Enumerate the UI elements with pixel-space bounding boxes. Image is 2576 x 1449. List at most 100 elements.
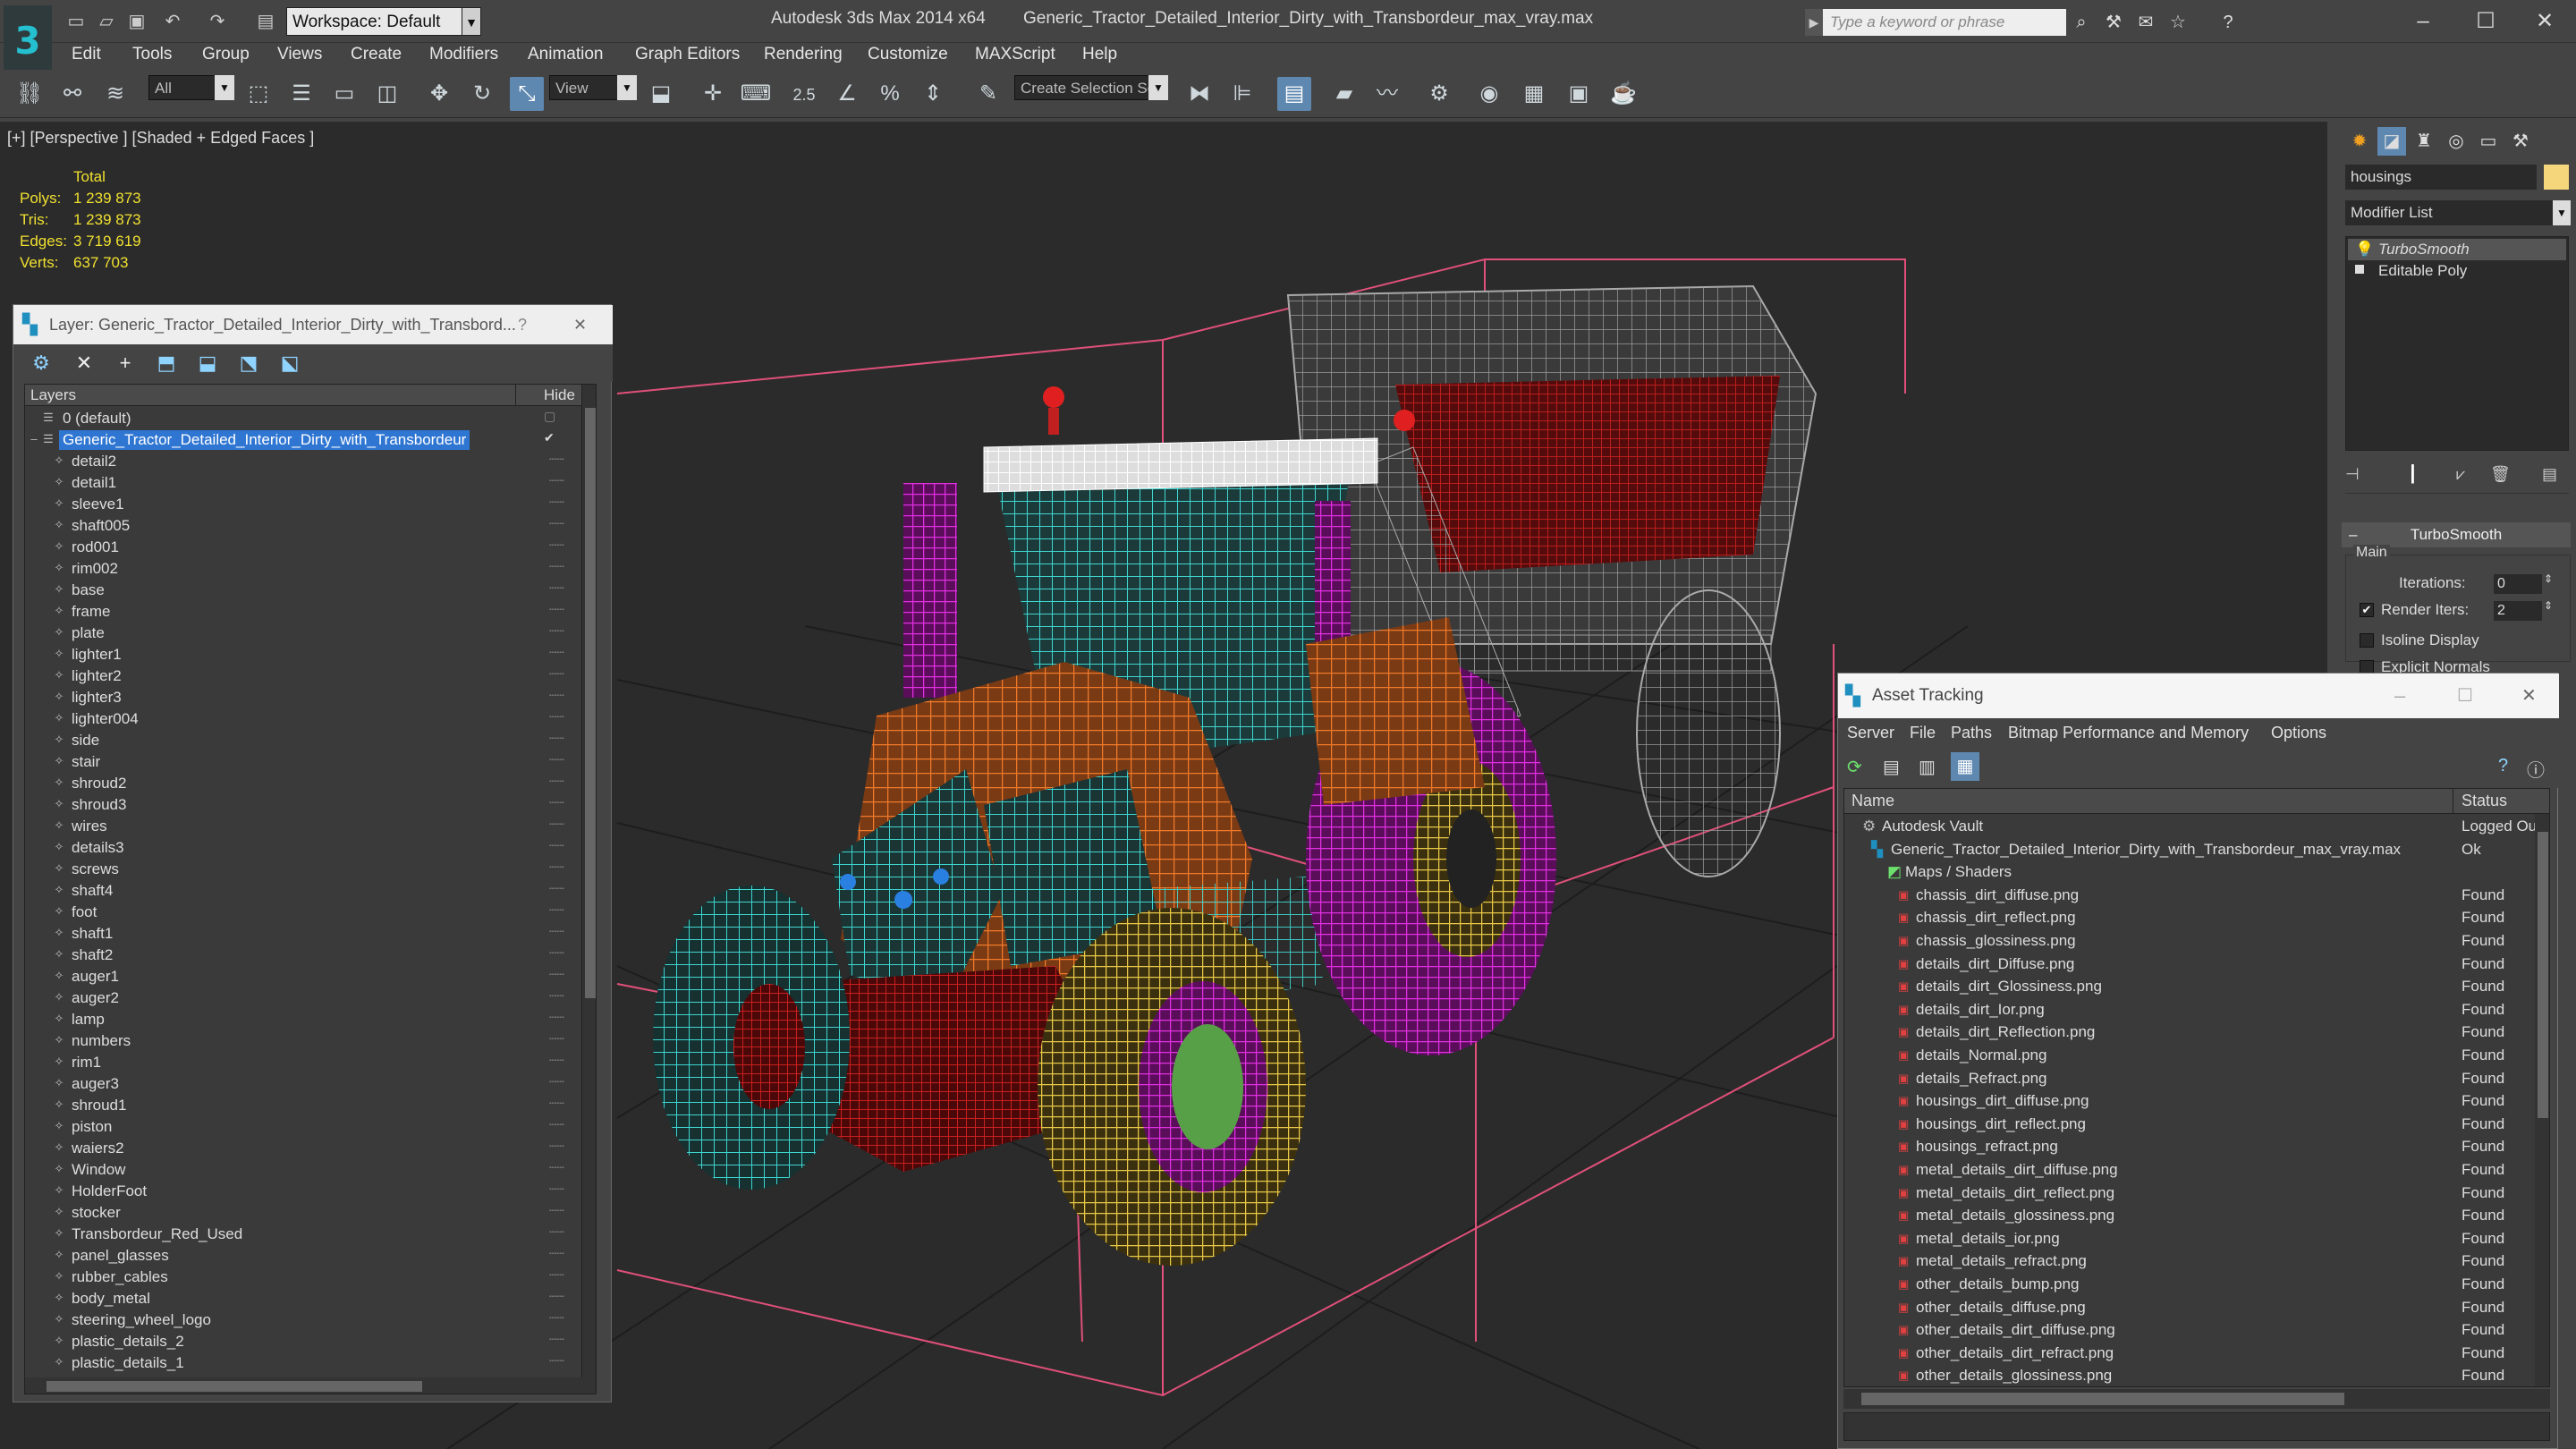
object-row[interactable]: ✧ shroud3 ┄┄: [25, 794, 569, 816]
collapse-icon[interactable]: –: [27, 432, 41, 446]
render-iters-spinner[interactable]: 2: [2494, 601, 2542, 621]
menu-help[interactable]: Help: [1082, 45, 1117, 64]
named-selection-arrow[interactable]: ▼: [1148, 75, 1168, 100]
object-row[interactable]: ✧ detail1 ┄┄: [25, 472, 569, 494]
turbosmooth-rollout-header[interactable]: – TurboSmooth: [2342, 522, 2571, 547]
keyboard-shortcut-override-icon[interactable]: ⌨: [739, 77, 773, 111]
refresh-icon[interactable]: ⟳: [1847, 756, 1862, 778]
rectangular-selection-icon[interactable]: ▭: [327, 77, 361, 111]
configure-modifier-sets-icon[interactable]: ▤: [2542, 465, 2557, 484]
object-row[interactable]: ✧ frame ┄┄: [25, 601, 569, 623]
hide-toggle[interactable]: ┄┄: [549, 945, 564, 961]
object-row[interactable]: ✧ rubber_cables ┄┄: [25, 1267, 569, 1288]
new-file-icon[interactable]: ▭: [63, 9, 89, 34]
asset-map-row[interactable]: ▣ metal_details_refract.png Found: [1844, 1250, 2549, 1273]
asset-table-vscrollbar[interactable]: [2535, 814, 2549, 1386]
open-file-icon[interactable]: ▱: [93, 9, 120, 34]
column-status[interactable]: Status: [2462, 792, 2507, 810]
menu-tools[interactable]: Tools: [132, 45, 172, 64]
hide-toggle[interactable]: ┄┄: [549, 967, 564, 982]
hide-toggle[interactable]: ┄┄: [549, 1139, 564, 1154]
bind-to-space-warp-icon[interactable]: ≋: [98, 77, 132, 111]
workspace-dropdown[interactable]: Workspace: Default: [286, 7, 481, 36]
asset-map-row[interactable]: ▣ chassis_glossiness.png Found: [1844, 930, 2549, 953]
rendered-frame-window-icon[interactable]: ▣: [1562, 77, 1596, 111]
asset-row-maxfile[interactable]: ▚ Generic_Tractor_Detailed_Interior_Dirty…: [1844, 839, 2549, 861]
hide-toggle[interactable]: ┄┄: [549, 473, 564, 488]
isoline-display-checkbox[interactable]: [2360, 633, 2374, 648]
create-layer-icon[interactable]: +: [110, 350, 140, 377]
select-and-manipulate-icon[interactable]: ✛: [696, 77, 730, 111]
hide-toggle[interactable]: ┄┄: [549, 1074, 564, 1089]
asset-map-row[interactable]: ▣ details_dirt_Reflection.png Found: [1844, 1021, 2549, 1044]
object-row[interactable]: ✧ lamp ┄┄: [25, 1009, 569, 1030]
asset-map-row[interactable]: ▣ chassis_dirt_reflect.png Found: [1844, 907, 2549, 929]
project-folder-icon[interactable]: ▤: [252, 9, 279, 34]
named-selection-dropdown[interactable]: Create Selection Se: [1014, 75, 1166, 100]
asset-map-row[interactable]: ▣ metal_details_glossiness.png Found: [1844, 1205, 2549, 1227]
subscription-icon[interactable]: ⚒: [2100, 9, 2127, 36]
hide-toggle[interactable]: ┄┄: [549, 688, 564, 703]
column-layers[interactable]: Layers: [30, 386, 76, 404]
hide-toggle[interactable]: ┄┄: [549, 774, 564, 789]
object-row[interactable]: ✧ Window ┄┄: [25, 1159, 569, 1181]
keyword-search-input[interactable]: Type a keyword or phrase: [1823, 9, 2066, 36]
render-setup-icon[interactable]: ▦: [1517, 77, 1551, 111]
object-row[interactable]: ✧ shroud1 ┄┄: [25, 1095, 569, 1116]
asset-map-row[interactable]: ▣ metal_details_ior.png Found: [1844, 1228, 2549, 1250]
hide-unhide-all-icon[interactable]: ⬕: [275, 350, 305, 377]
object-row[interactable]: ✧ side ┄┄: [25, 730, 569, 751]
menu-create[interactable]: Create: [351, 45, 402, 64]
asset-minimize-button[interactable]: –: [2394, 674, 2405, 718]
object-row[interactable]: ✧ plastic_details_1 ┄┄: [25, 1352, 569, 1374]
minimize-button[interactable]: –: [2392, 4, 2454, 39]
select-objects-in-layer-icon[interactable]: ⬓: [192, 350, 223, 377]
asset-map-row[interactable]: ▣ other_details_bump.png Found: [1844, 1274, 2549, 1296]
layer-panel-titlebar[interactable]: ▚ Layer: Generic_Tractor_Detailed_Interi…: [13, 305, 613, 344]
hide-toggle[interactable]: ┄┄: [549, 452, 564, 467]
object-row[interactable]: ✧ auger1 ┄┄: [25, 966, 569, 987]
hide-toggle[interactable]: ┄┄: [549, 817, 564, 832]
hide-toggle[interactable]: ✔: [544, 430, 555, 445]
iterations-spinner[interactable]: 0: [2494, 574, 2542, 594]
hide-toggle[interactable]: ┄┄: [549, 902, 564, 918]
select-and-link-icon[interactable]: ⛓: [13, 77, 47, 111]
utilities-tab-icon[interactable]: ⚒: [2506, 127, 2535, 156]
object-row[interactable]: ✧ shaft2 ┄┄: [25, 945, 569, 966]
render-production-icon[interactable]: ☕: [1606, 77, 1640, 111]
hide-toggle[interactable]: ┄┄: [549, 1096, 564, 1111]
asset-map-row[interactable]: ▣ other_details_dirt_diffuse.png Found: [1844, 1319, 2549, 1342]
layer-settings-icon[interactable]: ⚙: [26, 350, 56, 377]
hide-toggle[interactable]: ┄┄: [549, 1332, 564, 1347]
asset-row-folder[interactable]: ◩ Maps / Shaders: [1844, 861, 2549, 884]
mirror-icon[interactable]: ⧓: [1182, 77, 1216, 111]
layer-row-default[interactable]: ☰ 0 (default) ▢: [25, 408, 569, 429]
maximize-button[interactable]: ☐: [2454, 4, 2517, 39]
menu-group[interactable]: Group: [202, 45, 250, 64]
create-tab-icon[interactable]: ✹: [2345, 127, 2374, 156]
asset-map-row[interactable]: ▣ housings_dirt_reflect.png Found: [1844, 1114, 2549, 1136]
object-row[interactable]: ✧ plastic_details_2 ┄┄: [25, 1331, 569, 1352]
make-unique-icon[interactable]: ⩗: [2456, 465, 2465, 484]
hide-toggle[interactable]: ┄┄: [549, 924, 564, 939]
show-end-result-icon[interactable]: ┃: [2408, 465, 2418, 484]
window-crossing-icon[interactable]: ◫: [370, 77, 404, 111]
add-selection-to-layer-icon[interactable]: ⬒: [151, 350, 182, 377]
hide-toggle[interactable]: ┄┄: [549, 709, 564, 724]
hierarchy-tab-icon[interactable]: ♜: [2410, 127, 2438, 156]
object-row[interactable]: ✧ rim1 ┄┄: [25, 1052, 569, 1073]
curve-editor-icon[interactable]: 〰: [1370, 77, 1404, 111]
hide-toggle[interactable]: ┄┄: [549, 623, 564, 639]
highlight-selected-layer-icon[interactable]: ⬔: [233, 350, 264, 377]
layer-list-hscrollbar[interactable]: [25, 1377, 596, 1394]
object-name-input[interactable]: housings: [2345, 165, 2537, 190]
close-button[interactable]: ✕: [2513, 4, 2576, 39]
hide-toggle[interactable]: ┄┄: [549, 1182, 564, 1197]
asset-map-row[interactable]: ▣ details_dirt_Diffuse.png Found: [1844, 953, 2549, 976]
selection-filter-dropdown[interactable]: All: [148, 75, 220, 100]
percent-snap-icon[interactable]: %: [873, 77, 907, 111]
asset-map-row[interactable]: ▣ metal_details_dirt_diffuse.png Found: [1844, 1159, 2549, 1182]
object-color-swatch[interactable]: [2544, 165, 2569, 190]
hide-toggle[interactable]: ┄┄: [549, 860, 564, 875]
object-row[interactable]: ✧ detail2 ┄┄: [25, 451, 569, 472]
